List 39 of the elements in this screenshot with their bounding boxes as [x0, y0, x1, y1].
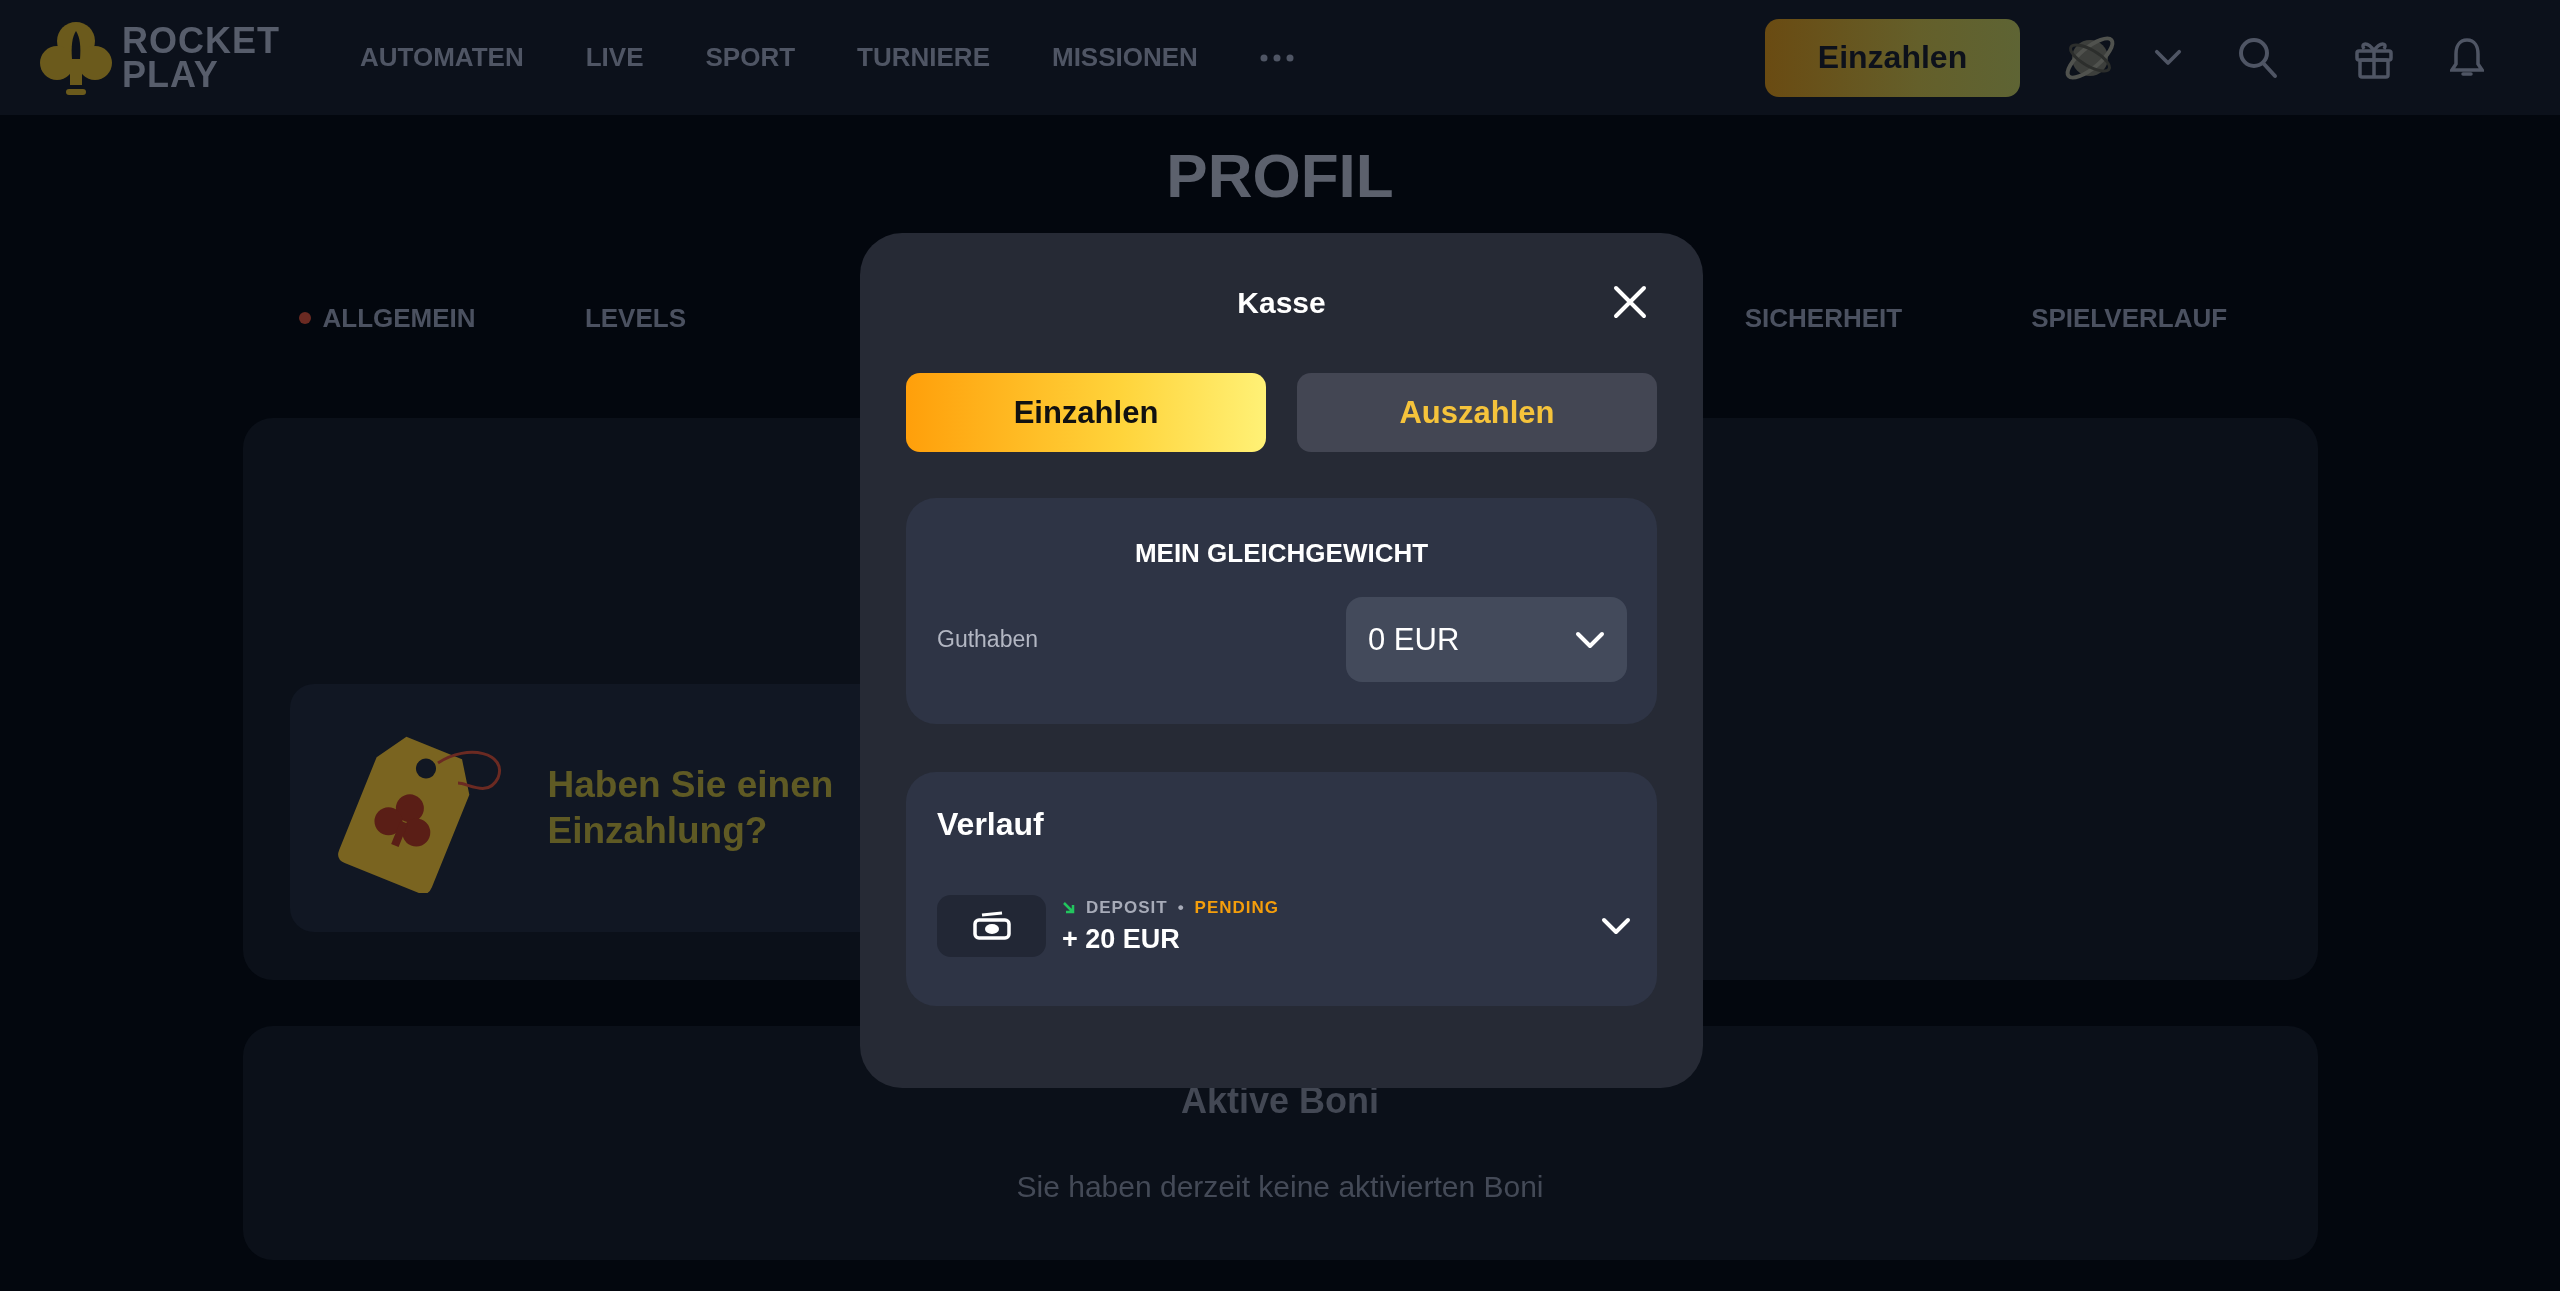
panel-title: MEIN GLEICHGEWICHT [1133, 538, 1430, 569]
empty-message: Sie haben derzeit keine aktivierten Boni [1015, 1170, 1545, 1204]
search-icon [2238, 36, 2278, 79]
balance-select[interactable]: 0 EUR [1346, 597, 1627, 682]
section-title: Aktive Boni [1179, 1080, 1380, 1122]
cashier-tab[interactable]: Einzahlen [906, 373, 1266, 452]
profile-tab[interactable]: SPIELVERLAUF [2031, 288, 2318, 348]
chevron-down-icon [1601, 917, 1631, 935]
transaction-type: DEPOSIT [1086, 897, 1168, 918]
nav-link[interactable]: LIVE [585, 42, 644, 73]
cashier-tab[interactable]: Auszahlen [1297, 373, 1657, 452]
chevron-down-icon [1575, 630, 1605, 649]
nav-link[interactable]: MISSIONEN [1052, 42, 1198, 73]
bell-icon [2450, 36, 2484, 79]
profile-tab[interactable]: LEVELS [584, 288, 776, 348]
dialog-title: Kasse [1237, 286, 1326, 320]
page-title: PROFIL [1165, 143, 1395, 209]
deposit-button[interactable]: Einzahlen [1765, 18, 2020, 97]
close-button[interactable] [1613, 285, 1647, 319]
banknote-icon [971, 911, 1012, 941]
nav-link[interactable]: TURNIERE [857, 42, 990, 73]
more-icon[interactable] [1259, 53, 1294, 62]
nav-link[interactable]: AUTOMATEN [360, 42, 524, 73]
separator-dot: • [1177, 897, 1185, 918]
arrow-down-right-icon [1062, 900, 1076, 915]
transaction-amount: + 20 EUR [1062, 923, 1181, 955]
profile-tab[interactable]: SICHERHEIT [1744, 288, 2032, 348]
search-button[interactable] [2238, 36, 2278, 79]
profile-tab[interactable]: ALLGEMEIN [298, 288, 585, 348]
transaction-status: PENDING [1194, 897, 1280, 918]
close-icon [1613, 285, 1647, 319]
balance-label: Guthaben [937, 626, 1039, 653]
expand-button[interactable] [1601, 917, 1631, 935]
notifications-button[interactable] [2450, 36, 2484, 79]
panel-title: Verlauf [937, 806, 1045, 843]
logo-text: ROCKET PLAY [122, 23, 280, 92]
nav-link[interactable]: SPORT [705, 42, 796, 73]
chevron-down-icon [2154, 49, 2182, 66]
promo-text: Haben Sie einen Einzahlung? [547, 763, 834, 853]
